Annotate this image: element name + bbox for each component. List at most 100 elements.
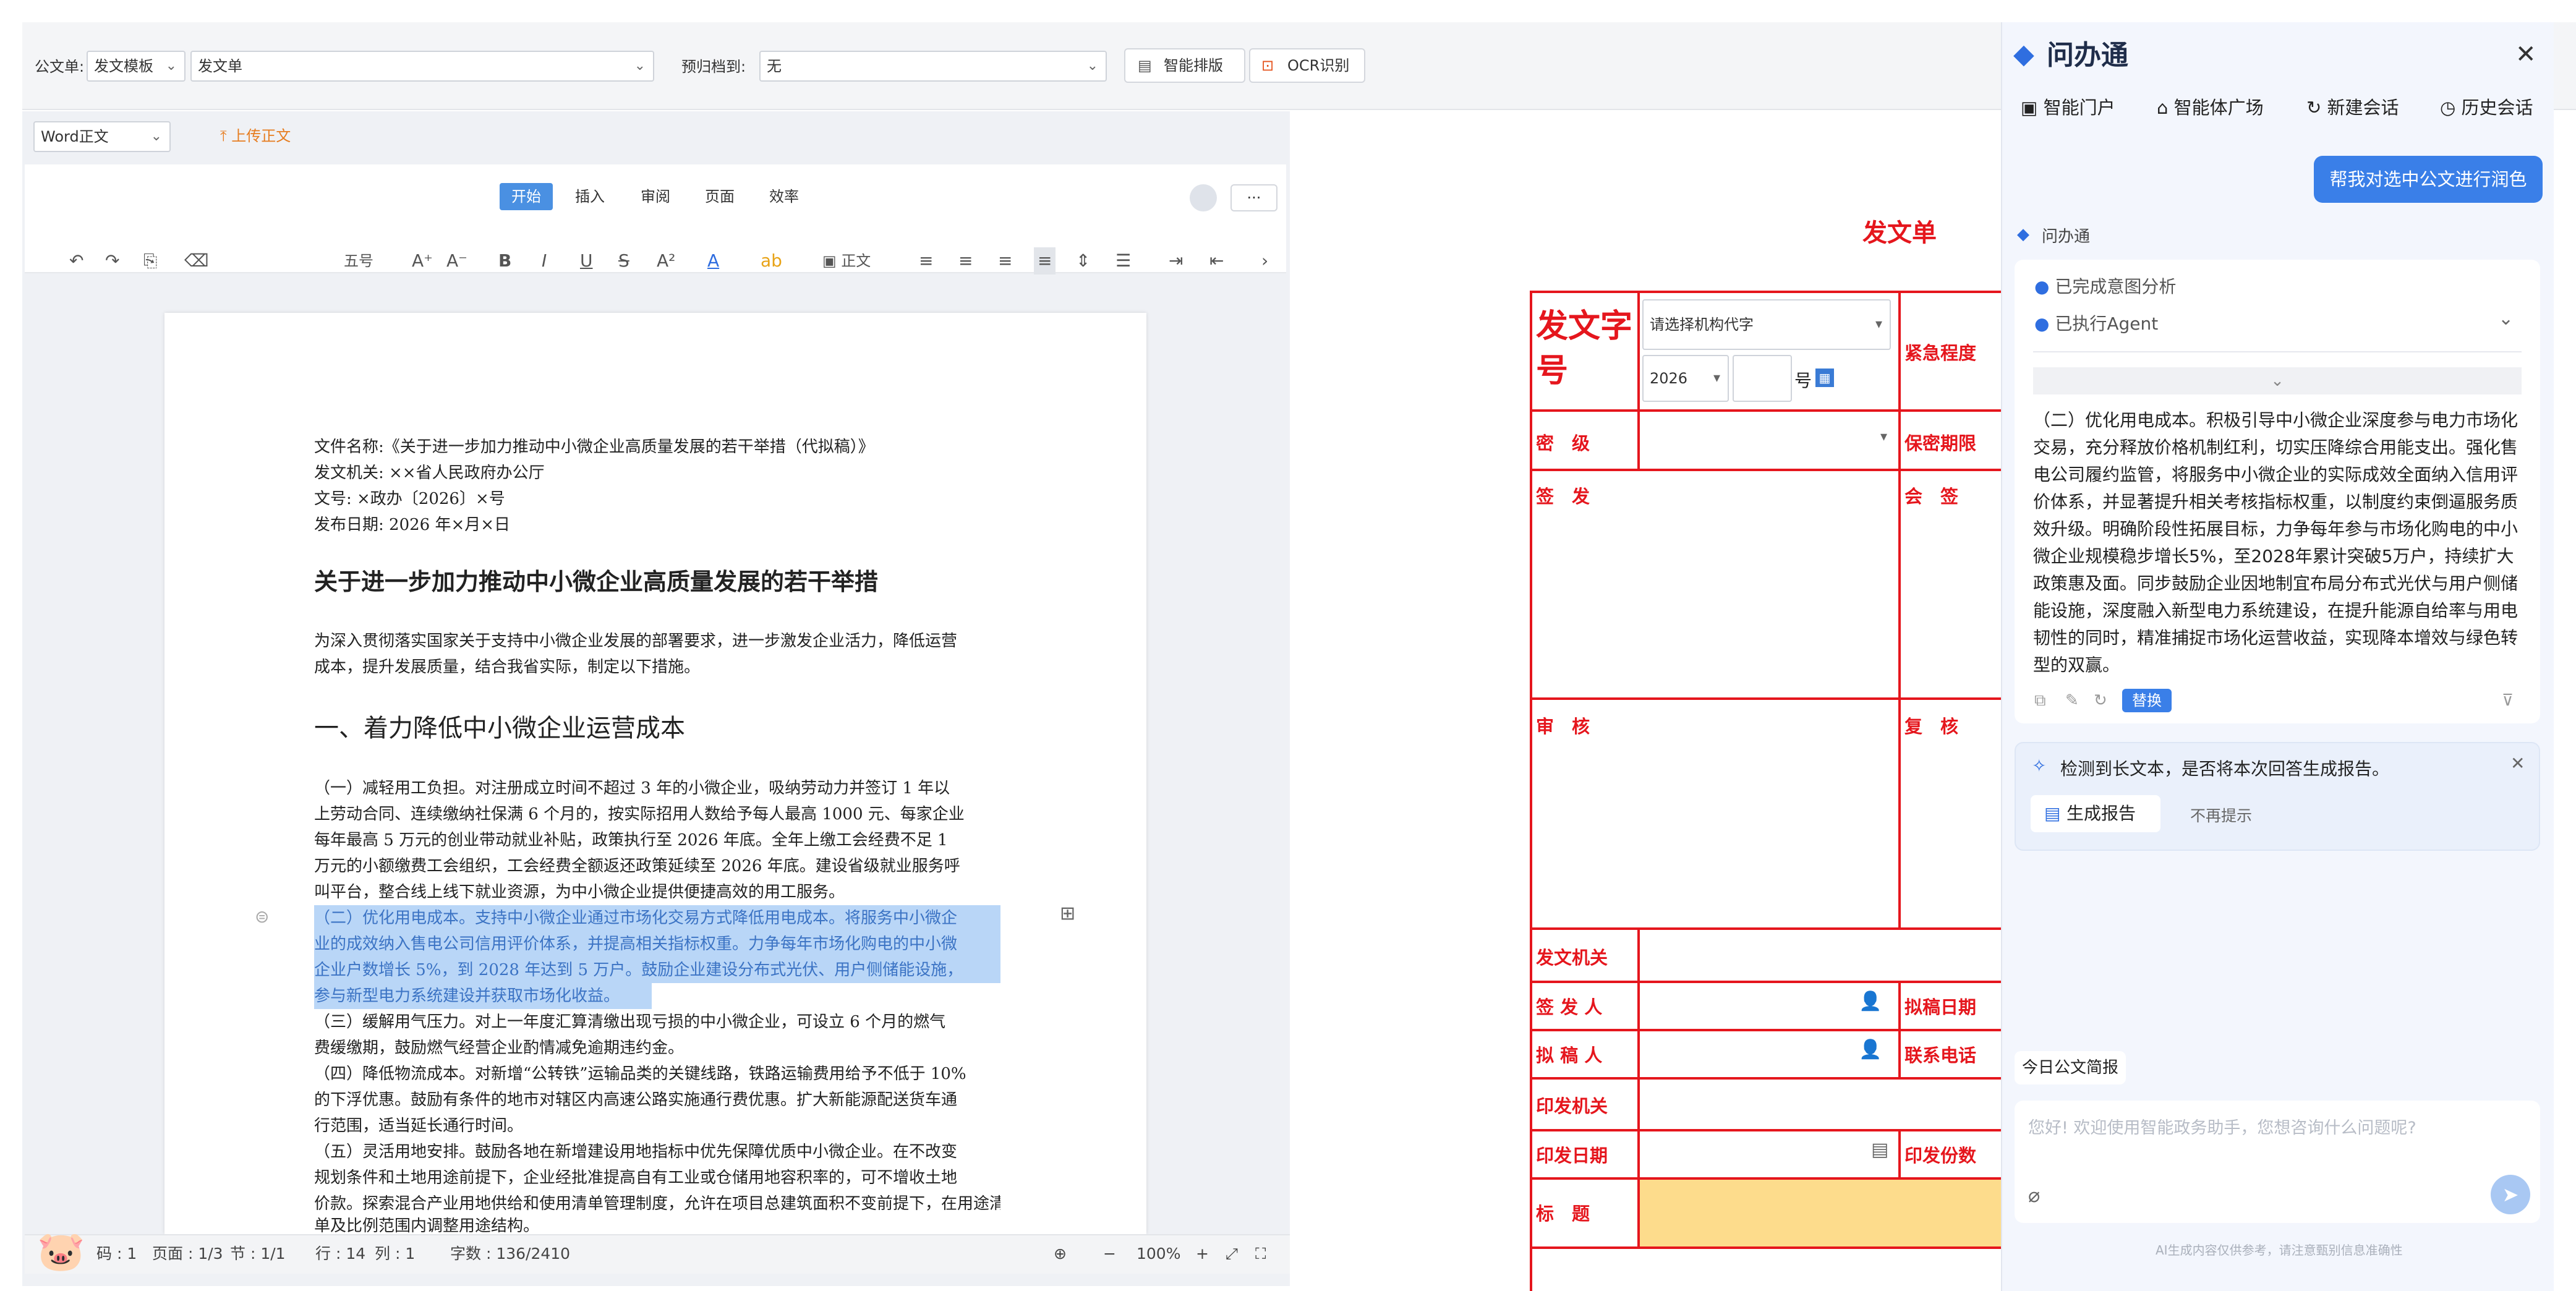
sparkle-icon: ✧ (2032, 756, 2047, 776)
underline-icon[interactable]: U (580, 247, 593, 275)
collapse-toggle[interactable]: ⌄ (2033, 367, 2522, 394)
ribbon (25, 164, 1286, 273)
assistant-logo: 问办通 (2047, 40, 2128, 71)
doc-selected-line: 参与新型电力系统建设并获取市场化收益。 (314, 983, 652, 1009)
tab-insert[interactable]: 插入 (566, 183, 613, 210)
picker-icon[interactable]: ▦ (1815, 369, 1834, 387)
org-code-select[interactable]: 请选择机构代字 ▾ (1642, 299, 1891, 350)
step-agent: ● 已执行Agent (2034, 310, 2158, 335)
doc-para-line: 上劳动合同、连续缴纳社保满 6 个月的，按实际招用人数给予每人最高 1000 元… (314, 805, 965, 824)
org-code-value: 请选择机构代字 (1650, 316, 1754, 333)
bold-icon[interactable]: B (498, 247, 511, 275)
upload-body-link[interactable]: ⤒ 上传正文 (220, 124, 291, 145)
send-icon[interactable]: ➤ (2491, 1175, 2530, 1214)
close-icon[interactable]: ✕ (2515, 36, 2536, 73)
line-spacing-icon[interactable]: ⇕ (1076, 247, 1090, 275)
template-select[interactable]: 发文模板 ⌄ (87, 51, 186, 82)
status-page-code: 码 : 1 (96, 1245, 137, 1263)
outdent-icon[interactable]: ⇤ (1209, 247, 1224, 275)
doc-para-line: 规划条件和土地用途前提下，企业经批准提高自有工业或仓储用地容积率的，可不增收土地 (314, 1169, 958, 1187)
list-icon[interactable]: ☰ (1115, 247, 1131, 275)
generate-report-label: 生成报告 (2066, 803, 2136, 824)
tab-efficiency[interactable]: 效率 (759, 183, 809, 210)
shrink-font-icon[interactable]: A⁻ (446, 247, 467, 275)
subject-input[interactable] (1640, 1180, 2001, 1246)
font-color-icon[interactable]: A (707, 247, 719, 275)
doc-para-line: （一）减轻用工负担。对注册成立时间不超过 3 年的小微企业，吸纳劳动力并签订 1… (314, 779, 950, 798)
grow-font-icon[interactable]: A⁺ (412, 247, 433, 275)
highlight-icon[interactable]: ab (761, 247, 782, 275)
nav-agent-square[interactable]: ⌂ 智能体广场 (2157, 95, 2264, 120)
view-icon[interactable]: ⊕ (1054, 1242, 1067, 1266)
person-icon[interactable]: 👤 (1859, 991, 1882, 1012)
ocr-label: OCR识别 (1287, 57, 1350, 74)
person-icon[interactable]: 👤 (1859, 1039, 1882, 1060)
font-size-select[interactable]: 五号 (344, 247, 373, 275)
paragraph-handle-icon[interactable]: ⊜ (255, 906, 269, 927)
mascot-icon[interactable]: 🐷 (37, 1227, 105, 1276)
no-prompt-link[interactable]: 不再提示 (2190, 804, 2252, 826)
chevron-down-icon[interactable]: ⌄ (2498, 308, 2514, 330)
strikethrough-icon[interactable]: S (618, 247, 629, 275)
portal-icon: ▣ (2021, 97, 2044, 118)
chevron-down-icon: ▾ (1875, 317, 1882, 332)
align-right-icon[interactable]: ≡ (998, 247, 1012, 275)
align-center-icon[interactable]: ≡ (958, 247, 973, 275)
archive-select[interactable]: 无 ⌄ (759, 51, 1107, 82)
redo-icon[interactable]: ↷ (105, 247, 119, 275)
tab-review[interactable]: 审阅 (631, 183, 680, 210)
urgency-label: 紧急程度 (1904, 343, 1977, 364)
avatar[interactable] (1190, 184, 1217, 211)
new-chat-icon: ↻ (2306, 97, 2327, 118)
nav-portal[interactable]: ▣ 智能门户 (2021, 95, 2115, 120)
copy-icon[interactable]: ⧉ (2034, 691, 2046, 710)
upload-icon: ⤒ (220, 127, 232, 145)
body-format-value: Word正文 (41, 128, 109, 145)
italic-icon[interactable]: I (542, 247, 547, 275)
archive-label: 预归档到: (681, 58, 746, 75)
attach-icon[interactable]: ⌀ (2028, 1183, 2040, 1207)
style-select[interactable]: ▣ 正文 (822, 247, 871, 275)
chevron-down-icon: ⌄ (150, 129, 162, 144)
ocr-button[interactable]: ⊡ OCR识别 (1249, 48, 1365, 83)
edit-icon[interactable]: ✎ (2065, 691, 2079, 710)
number-input[interactable] (1733, 355, 1792, 402)
nav-history[interactable]: ◷ 历史会话 (2440, 95, 2533, 120)
doc-para-line: 费缓缴期，鼓励燃气经营企业酌情减免逾期违约金。 (314, 1039, 685, 1057)
superscript-icon[interactable]: A² (657, 247, 675, 275)
thumbs-down-icon[interactable]: ⊽ (2502, 691, 2514, 710)
zoom-in-icon[interactable]: + (1196, 1242, 1209, 1266)
nav-new-chat[interactable]: ↻ 新建会话 (2306, 95, 2399, 120)
more-button[interactable]: ··· (1230, 184, 1277, 211)
doc-para-line: 行范围，适当延长通行时间。 (314, 1117, 524, 1135)
daily-brief-chip[interactable]: 今日公文简报 (2015, 1051, 2126, 1084)
undo-icon[interactable]: ↶ (69, 247, 83, 275)
comment-add-icon[interactable]: ⊞ (1060, 903, 1075, 924)
generate-report-button[interactable]: ▤ 生成报告 (2031, 795, 2160, 832)
form-select[interactable]: 发文单 ⌄ (190, 51, 654, 82)
smart-layout-button[interactable]: ▤ 智能排版 (1124, 48, 1245, 83)
tab-start[interactable]: 开始 (500, 183, 553, 210)
ocr-icon: ⊡ (1261, 57, 1274, 74)
body-format-select[interactable]: Word正文 ⌄ (33, 121, 171, 152)
doc-selected-line: 企业户数增长 5%，到 2028 年达到 5 万户。鼓励企业建设分布式光伏、用户… (314, 957, 1000, 983)
fullscreen-icon[interactable]: ⛶ (1255, 1242, 1266, 1266)
year-select[interactable]: 2026 ▾ (1642, 355, 1729, 402)
zoom-out-icon[interactable]: − (1103, 1242, 1116, 1266)
indent-icon[interactable]: ⇥ (1169, 247, 1183, 275)
refresh-icon[interactable]: ↻ (2094, 691, 2107, 710)
close-icon[interactable]: ✕ (2510, 753, 2525, 773)
answer-line: 效升级。明确阶段性拓展目标，力争每年参与市场化购电的中小 (2033, 519, 2518, 539)
answer-line: 政策惠及面。同步鼓励企业因地制宜布局分布式光伏与用户侧储 (2033, 573, 2518, 594)
doc-meta-filename: 文件名称:《关于进一步加力推动中小微企业高质量发展的若干举措（代拟稿）》 (314, 438, 874, 456)
replace-button[interactable]: 替换 (2122, 689, 2172, 712)
eraser-icon[interactable]: ⌫ (184, 247, 209, 275)
justify-icon[interactable]: ≡ (1034, 247, 1056, 275)
format-painter-icon[interactable]: ⎘ (143, 247, 157, 275)
align-left-icon[interactable]: ≡ (919, 247, 933, 275)
tab-page[interactable]: 页面 (695, 183, 744, 210)
fit-page-icon[interactable]: ⤢ (1226, 1242, 1238, 1266)
secret-select[interactable]: ▾ (1642, 417, 1895, 460)
scroll-right-icon[interactable]: › (1261, 247, 1268, 275)
calendar-icon[interactable]: ▤ (1871, 1139, 1888, 1161)
